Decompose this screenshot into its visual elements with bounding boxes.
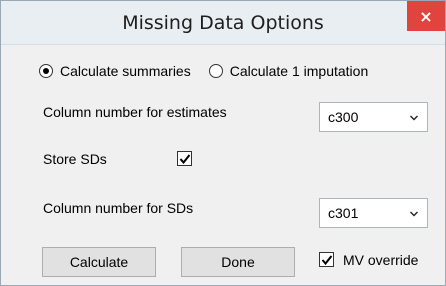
checkmark-icon: [321, 255, 333, 266]
close-button[interactable]: ×: [407, 1, 445, 31]
chevron-down-icon: [410, 211, 418, 217]
done-button[interactable]: Done: [181, 247, 295, 277]
checkmark-icon: [179, 154, 191, 165]
sds-column-value: c301: [328, 205, 359, 221]
chevron-down-icon: [410, 115, 418, 121]
store-sds-checkbox[interactable]: [177, 151, 192, 166]
calculate-imputation-label[interactable]: Calculate 1 imputation: [230, 63, 369, 79]
calculate-imputation-radio[interactable]: [208, 64, 223, 78]
calculate-summaries-label[interactable]: Calculate summaries: [60, 63, 191, 79]
calculate-summaries-radio[interactable]: [39, 64, 53, 78]
missing-data-options-dialog: Missing Data Options × Calculate summari…: [0, 0, 446, 286]
sds-column-select[interactable]: c301: [319, 198, 428, 228]
estimates-column-label: Column number for estimates: [43, 104, 227, 120]
calculate-button[interactable]: Calculate: [42, 247, 156, 277]
sds-column-label: Column number for SDs: [43, 200, 194, 216]
dialog-title: Missing Data Options: [122, 12, 324, 34]
store-sds-label: Store SDs: [43, 151, 107, 167]
mode-radio-group: Calculate summaries Calculate 1 imputati…: [39, 63, 386, 79]
mv-override-label[interactable]: MV override: [343, 252, 418, 268]
estimates-column-value: c300: [328, 109, 359, 125]
close-icon: ×: [419, 6, 433, 26]
mv-override-checkbox[interactable]: [319, 252, 334, 267]
estimates-column-select[interactable]: c300: [319, 102, 428, 132]
title-bar: Missing Data Options ×: [1, 1, 445, 45]
